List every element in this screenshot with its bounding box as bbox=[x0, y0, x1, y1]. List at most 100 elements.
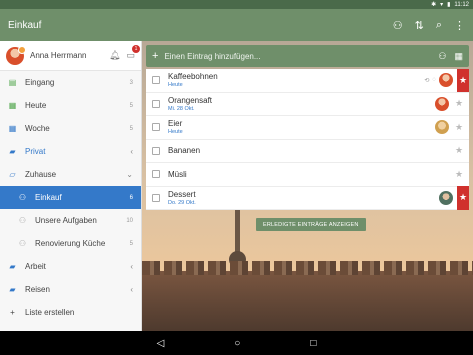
task-list: Kaffeebohnen Heute ⟲ ◌ ★ Orangensaft Mi.… bbox=[146, 68, 469, 210]
notification-badge: 1 bbox=[132, 45, 140, 53]
folder-icon: ▰ bbox=[9, 285, 16, 294]
comment-icon: ◌ bbox=[432, 77, 436, 84]
calendar-icon[interactable]: ▦ bbox=[454, 51, 463, 62]
sidebar-item-woche[interactable]: ▦ Woche 5 bbox=[0, 117, 141, 140]
plus-icon: + bbox=[152, 50, 159, 62]
city-skyline bbox=[142, 261, 473, 331]
inbox-icon: ▤ bbox=[8, 78, 17, 87]
assignee-avatar bbox=[435, 120, 449, 135]
chevron-left-icon[interactable]: ‹ bbox=[130, 285, 133, 294]
shared-list-icon: ⚇ bbox=[18, 239, 27, 248]
android-nav-bar: ◁ ○ □ bbox=[0, 331, 473, 355]
plus-icon: + bbox=[10, 308, 15, 317]
task-name: Bananen bbox=[168, 146, 201, 156]
sidebar-item-label: Heute bbox=[25, 101, 47, 110]
sidebar-folder-reisen[interactable]: ▰ Reisen ‹ bbox=[0, 278, 141, 301]
sidebar-item-count: 5 bbox=[129, 125, 133, 132]
repeat-icon: ⟲ bbox=[424, 77, 430, 84]
sidebar-item-label: Einkauf bbox=[35, 193, 62, 202]
star-icon[interactable]: ★ bbox=[453, 122, 465, 133]
app-header: Einkauf ⚇ ⇅ ⌕ ⋮ bbox=[0, 9, 473, 41]
sidebar-item-label: Renovierung Küche bbox=[35, 239, 106, 248]
today-icon: ▦ bbox=[8, 101, 17, 110]
show-completed-button[interactable]: ERLEDIGTE EINTRÄGE ANZEIGEN bbox=[256, 218, 366, 231]
back-icon[interactable]: ◁ bbox=[157, 338, 165, 349]
sidebar-item-count: 6 bbox=[129, 194, 133, 201]
sidebar-item-label: Unsere Aufgaben bbox=[35, 216, 97, 225]
task-name: Müsli bbox=[168, 169, 187, 179]
battery-icon: ▮ bbox=[447, 2, 451, 8]
task-due-date: Heute bbox=[168, 82, 183, 89]
task-row[interactable]: Eier Heute ★ bbox=[146, 116, 469, 140]
task-row[interactable]: Kaffeebohnen Heute ⟲ ◌ ★ bbox=[146, 68, 469, 93]
task-due-date: Do. 29 Okt. bbox=[168, 199, 196, 206]
task-checkbox[interactable] bbox=[152, 99, 160, 108]
star-icon[interactable]: ★ bbox=[453, 98, 465, 109]
task-name: Kaffeebohnen bbox=[168, 72, 218, 82]
task-row[interactable]: Dessert Do. 29 Okt. ★ bbox=[146, 186, 469, 210]
create-list-label: Liste erstellen bbox=[25, 308, 75, 317]
add-member-icon[interactable]: ⚇ bbox=[393, 19, 403, 32]
task-checkbox[interactable] bbox=[152, 123, 160, 132]
assignee-avatar bbox=[435, 96, 449, 111]
task-checkbox[interactable] bbox=[152, 193, 160, 202]
add-item-bar[interactable]: + Einen Eintrag hinzufügen... ⚇ ▦ bbox=[146, 45, 469, 67]
sidebar-item-count: 10 bbox=[126, 217, 133, 224]
avatar[interactable] bbox=[6, 45, 26, 65]
recents-icon[interactable]: □ bbox=[310, 338, 316, 349]
task-row[interactable]: Bananen ★ bbox=[146, 140, 469, 163]
folder-icon: ▰ bbox=[9, 147, 16, 156]
task-name: Orangensaft bbox=[168, 95, 213, 105]
task-name: Eier bbox=[168, 119, 183, 129]
chevron-down-icon[interactable]: ⌄ bbox=[126, 170, 133, 179]
sidebar-item-renovierung-kueche[interactable]: ⚇ Renovierung Küche 5 bbox=[0, 232, 141, 255]
star-icon[interactable]: ★ bbox=[457, 68, 469, 92]
wifi-icon: ▾ bbox=[440, 2, 444, 8]
bell-icon[interactable]: 🔔︎ bbox=[109, 50, 120, 61]
sidebar-item-label: Woche bbox=[25, 124, 50, 133]
folder-open-icon: ▱ bbox=[9, 170, 16, 179]
task-due-date: Mi. 28 Okt. bbox=[168, 105, 195, 112]
sidebar-folder-zuhause[interactable]: ▱ Zuhause ⌄ bbox=[0, 163, 141, 186]
user-name: Anna Herrmann bbox=[30, 51, 87, 60]
sidebar-item-eingang[interactable]: ▤ Eingang 3 bbox=[0, 71, 141, 94]
task-checkbox[interactable] bbox=[152, 76, 160, 85]
search-icon[interactable]: ⌕ bbox=[436, 19, 442, 32]
assignee-avatar bbox=[439, 190, 453, 205]
folder-icon: ▰ bbox=[9, 262, 16, 271]
sidebar-folder-privat[interactable]: ▰ Privat ‹ bbox=[0, 140, 141, 163]
star-icon[interactable]: ★ bbox=[453, 145, 465, 156]
assign-icon[interactable]: ⚇ bbox=[438, 51, 446, 62]
status-bar: ✱ ▾ ▮ 11:12 bbox=[0, 0, 473, 9]
task-row[interactable]: Müsli ★ bbox=[146, 163, 469, 187]
sidebar-item-label: Reisen bbox=[25, 285, 50, 294]
sidebar-item-label: Arbeit bbox=[25, 262, 46, 271]
star-icon[interactable]: ★ bbox=[457, 186, 469, 210]
sidebar-item-heute[interactable]: ▦ Heute 5 bbox=[0, 94, 141, 117]
chevron-left-icon[interactable]: ‹ bbox=[130, 262, 133, 271]
shared-list-icon: ⚇ bbox=[18, 216, 27, 225]
sort-icon[interactable]: ⇅ bbox=[415, 19, 424, 32]
task-checkbox[interactable] bbox=[152, 146, 160, 155]
status-time: 11:12 bbox=[454, 1, 469, 8]
shared-list-icon: ⚇ bbox=[18, 193, 27, 202]
task-checkbox[interactable] bbox=[152, 170, 160, 179]
sidebar-item-label: Eingang bbox=[25, 78, 55, 87]
task-row[interactable]: Orangensaft Mi. 28 Okt. ★ bbox=[146, 93, 469, 116]
chevron-left-icon[interactable]: ‹ bbox=[130, 147, 133, 156]
sidebar-item-einkauf[interactable]: ⚇ Einkauf 6 bbox=[0, 186, 141, 209]
create-list-button[interactable]: + Liste erstellen bbox=[0, 301, 141, 324]
sidebar-item-unsere-aufgaben[interactable]: ⚇ Unsere Aufgaben 10 bbox=[0, 209, 141, 232]
user-row[interactable]: Anna Herrmann 🔔︎ ▭ 1 bbox=[0, 41, 141, 71]
star-icon[interactable]: ★ bbox=[453, 169, 465, 180]
more-icon[interactable]: ⋮ bbox=[454, 19, 465, 32]
bluetooth-icon: ✱ bbox=[431, 2, 437, 8]
comment-icon[interactable]: ▭ 1 bbox=[126, 45, 140, 61]
sidebar-item-count: 5 bbox=[129, 102, 133, 109]
add-item-input[interactable]: Einen Eintrag hinzufügen... bbox=[164, 52, 432, 61]
home-icon[interactable]: ○ bbox=[234, 338, 240, 349]
sidebar-item-label: Zuhause bbox=[25, 170, 57, 179]
page-title: Einkauf bbox=[8, 19, 42, 31]
sidebar-folder-arbeit[interactable]: ▰ Arbeit ‹ bbox=[0, 255, 141, 278]
week-icon: ▦ bbox=[8, 124, 17, 133]
